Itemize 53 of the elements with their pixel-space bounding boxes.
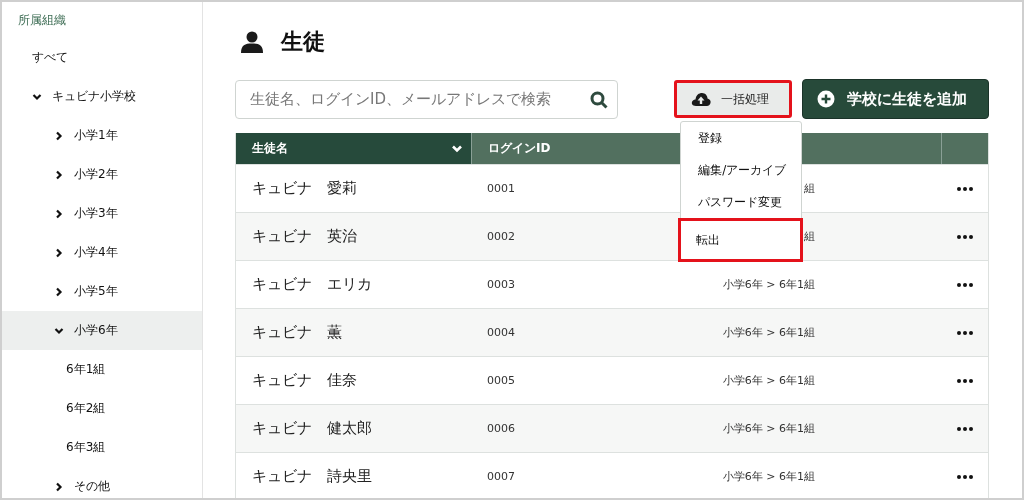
- tree-item[interactable]: 6年1組: [2, 350, 202, 389]
- sidebar-heading: 所属組織: [17, 11, 67, 29]
- person-icon: [241, 31, 263, 53]
- tree-item[interactable]: 小学6年: [2, 311, 202, 350]
- student-name: キュビナ 英治: [252, 227, 357, 246]
- more-icon[interactable]: [956, 474, 973, 479]
- menu-item[interactable]: 転出: [678, 218, 804, 262]
- login-id: 0003: [487, 278, 515, 291]
- tree-item[interactable]: 小学4年: [2, 233, 202, 272]
- class-path: 小学6年 > 6年1組: [722, 373, 815, 388]
- tree-item[interactable]: 小学2年: [2, 155, 202, 194]
- menu-item[interactable]: パスワード変更: [681, 186, 802, 218]
- tree-item[interactable]: 小学5年: [2, 272, 202, 311]
- search-field[interactable]: 生徒名、ログインID、メールアドレスで検索: [235, 79, 619, 119]
- student-name: キュビナ 愛莉: [252, 179, 357, 198]
- login-id: 0004: [487, 326, 515, 339]
- login-id: 0002: [487, 230, 515, 243]
- more-icon[interactable]: [956, 282, 973, 287]
- login-id: 0001: [487, 182, 515, 195]
- student-name: キュビナ 薫: [252, 323, 342, 342]
- tree-item[interactable]: すべて: [2, 38, 202, 77]
- more-icon[interactable]: [956, 234, 973, 239]
- class-path: 小学6年 > 6年1組: [722, 469, 815, 484]
- more-icon[interactable]: [956, 186, 973, 191]
- add-student-button[interactable]: 学校に生徒を追加: [802, 79, 989, 119]
- bulk-action-button[interactable]: 一括処理: [674, 80, 793, 118]
- more-icon[interactable]: [956, 426, 973, 431]
- chevron-down-icon: [451, 143, 463, 154]
- tree-item[interactable]: 小学1年: [2, 116, 202, 155]
- class-path: 小学6年 > 6年1組: [722, 421, 815, 436]
- student-name: キュビナ 健太郎: [252, 419, 372, 438]
- more-icon[interactable]: [956, 378, 973, 383]
- search-icon: [590, 90, 609, 109]
- class-path: 組: [804, 229, 815, 244]
- page-title: 生徒: [281, 28, 325, 56]
- more-icon[interactable]: [956, 330, 973, 335]
- tree-item[interactable]: 6年2組: [2, 389, 202, 428]
- student-name: キュビナ エリカ: [252, 275, 372, 294]
- class-path: 組: [804, 181, 815, 196]
- column-header[interactable]: 生徒名: [236, 133, 471, 164]
- class-path: 小学6年 > 6年1組: [722, 325, 815, 340]
- tree-item[interactable]: その他: [2, 467, 202, 498]
- tree-item[interactable]: 6年3組: [2, 428, 202, 467]
- tree-item[interactable]: キュビナ小学校: [2, 77, 202, 116]
- class-path: 小学6年 > 6年1組: [722, 277, 815, 292]
- student-name: キュビナ 詩央里: [252, 467, 372, 486]
- tree-item[interactable]: 小学3年: [2, 194, 202, 233]
- plus-circle-icon: [817, 90, 836, 108]
- login-id: 0005: [487, 374, 515, 387]
- student-name: キュビナ 佳奈: [252, 371, 357, 390]
- login-id: 0006: [487, 422, 515, 435]
- cloud-upload-icon: [691, 92, 712, 106]
- login-id: 0007: [487, 470, 515, 483]
